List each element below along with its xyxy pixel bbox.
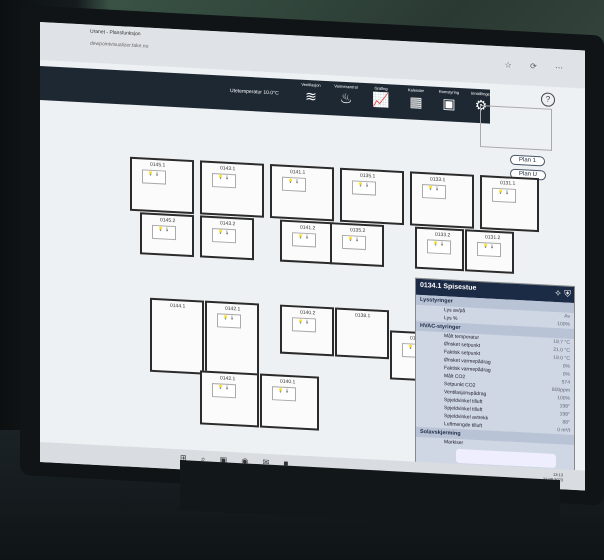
toolbar-layout[interactable]: Romstyring ▣ <box>433 89 465 114</box>
laptop-screen: Uranet - Plansfunksjon dewpointvisualize… <box>40 22 585 491</box>
heat-icon: ♨ <box>339 89 353 107</box>
room[interactable]: 0141.2 💡 🌡 <box>280 219 334 265</box>
toolbar-ventilation[interactable]: Ventilasjon ≋ <box>295 81 327 106</box>
help-icon[interactable]: ? <box>541 92 555 107</box>
toolbar-heating[interactable]: Varmesentral ♨ <box>330 83 362 108</box>
room[interactable]: 0135.2 💡 🌡 <box>330 222 384 268</box>
calendar-icon: ▦ <box>409 93 423 111</box>
room[interactable]: 0133.2 💡 🌡 <box>415 226 464 272</box>
room-sensor: 💡 🌡 <box>217 313 241 329</box>
graph-icon: 📈 <box>372 91 390 109</box>
browser-action-icons[interactable]: ☆ ⟳ ⋯ <box>505 60 571 72</box>
room-sensor: 💡 🌡 <box>142 169 166 185</box>
room-sensor: 💡 🌡 <box>152 224 176 241</box>
room-sensor: 💡 🌡 <box>282 176 306 192</box>
room-sensor: 💡 🌡 <box>342 234 366 251</box>
outdoor-temperature: Utetemperatur 10.0°C <box>230 87 279 97</box>
room-sensor: 💡 🌡 <box>212 228 236 244</box>
room[interactable]: 0133.1 💡 🌡 <box>410 171 474 229</box>
layout-icon: ▣ <box>442 95 456 112</box>
plan-1-button[interactable]: Plan 1 <box>510 154 546 167</box>
browser-tab[interactable]: Uranet - Plansfunksjon <box>90 29 141 38</box>
room[interactable]: 0143.2 💡 🌡 <box>200 215 254 261</box>
room-sensor: 💡 🌡 <box>352 180 376 196</box>
room[interactable]: 0142.1 💡 🌡 <box>205 300 259 378</box>
toolbar-calendar[interactable]: Kalender ▦ <box>400 87 432 112</box>
room[interactable]: 0145.1 💡 🌡 <box>130 156 194 215</box>
room-sensor: 💡 🌡 <box>292 232 316 248</box>
room[interactable]: 0131.2 💡 🌡 <box>465 229 514 274</box>
room[interactable]: 0141.1 💡 🌡 <box>270 164 334 222</box>
room-sensor: 💡 🌡 <box>292 317 316 333</box>
room[interactable]: 0140.2 💡 🌡 <box>280 304 334 357</box>
room[interactable]: 0143.1 💡 🌡 <box>200 160 264 218</box>
room[interactable]: 0144.1 <box>150 297 204 375</box>
room-sensor: 💡 🌡 <box>212 173 236 189</box>
room[interactable]: 0135.1 💡 🌡 <box>340 167 404 226</box>
room-sensor: 💡 🌡 <box>492 187 516 203</box>
room-sensor: 💡 🌡 <box>272 386 296 402</box>
address-bar[interactable]: dewpointvisualizer.fake.no <box>90 41 148 50</box>
fan-icon: ≋ <box>305 87 317 105</box>
room-sensor: 💡 🌡 <box>427 239 451 255</box>
room-sensor: 💡 🌡 <box>422 184 446 200</box>
room-sensor: 💡 🌡 <box>477 241 501 258</box>
room[interactable]: 0131.1 💡 🌡 <box>480 175 539 233</box>
floor-thumbnail[interactable] <box>480 105 552 151</box>
room[interactable]: 0138.1 <box>335 307 389 360</box>
room-detail-panel: 0134.1 Spisestue ✧ ⛨ Lysstyringer Lys av/… <box>415 277 575 489</box>
room-sensor: 💡 🌡 <box>212 383 236 399</box>
room[interactable]: 0140.1 💡 🌡 <box>260 373 319 431</box>
panel-action-icons[interactable]: ✧ ⛨ <box>554 288 571 300</box>
room[interactable]: 0142.1 💡 🌡 <box>200 370 259 428</box>
room[interactable]: 0145.2 💡 🌡 <box>140 212 194 258</box>
toolbar-graph[interactable]: Grafing 📈 <box>365 85 397 110</box>
